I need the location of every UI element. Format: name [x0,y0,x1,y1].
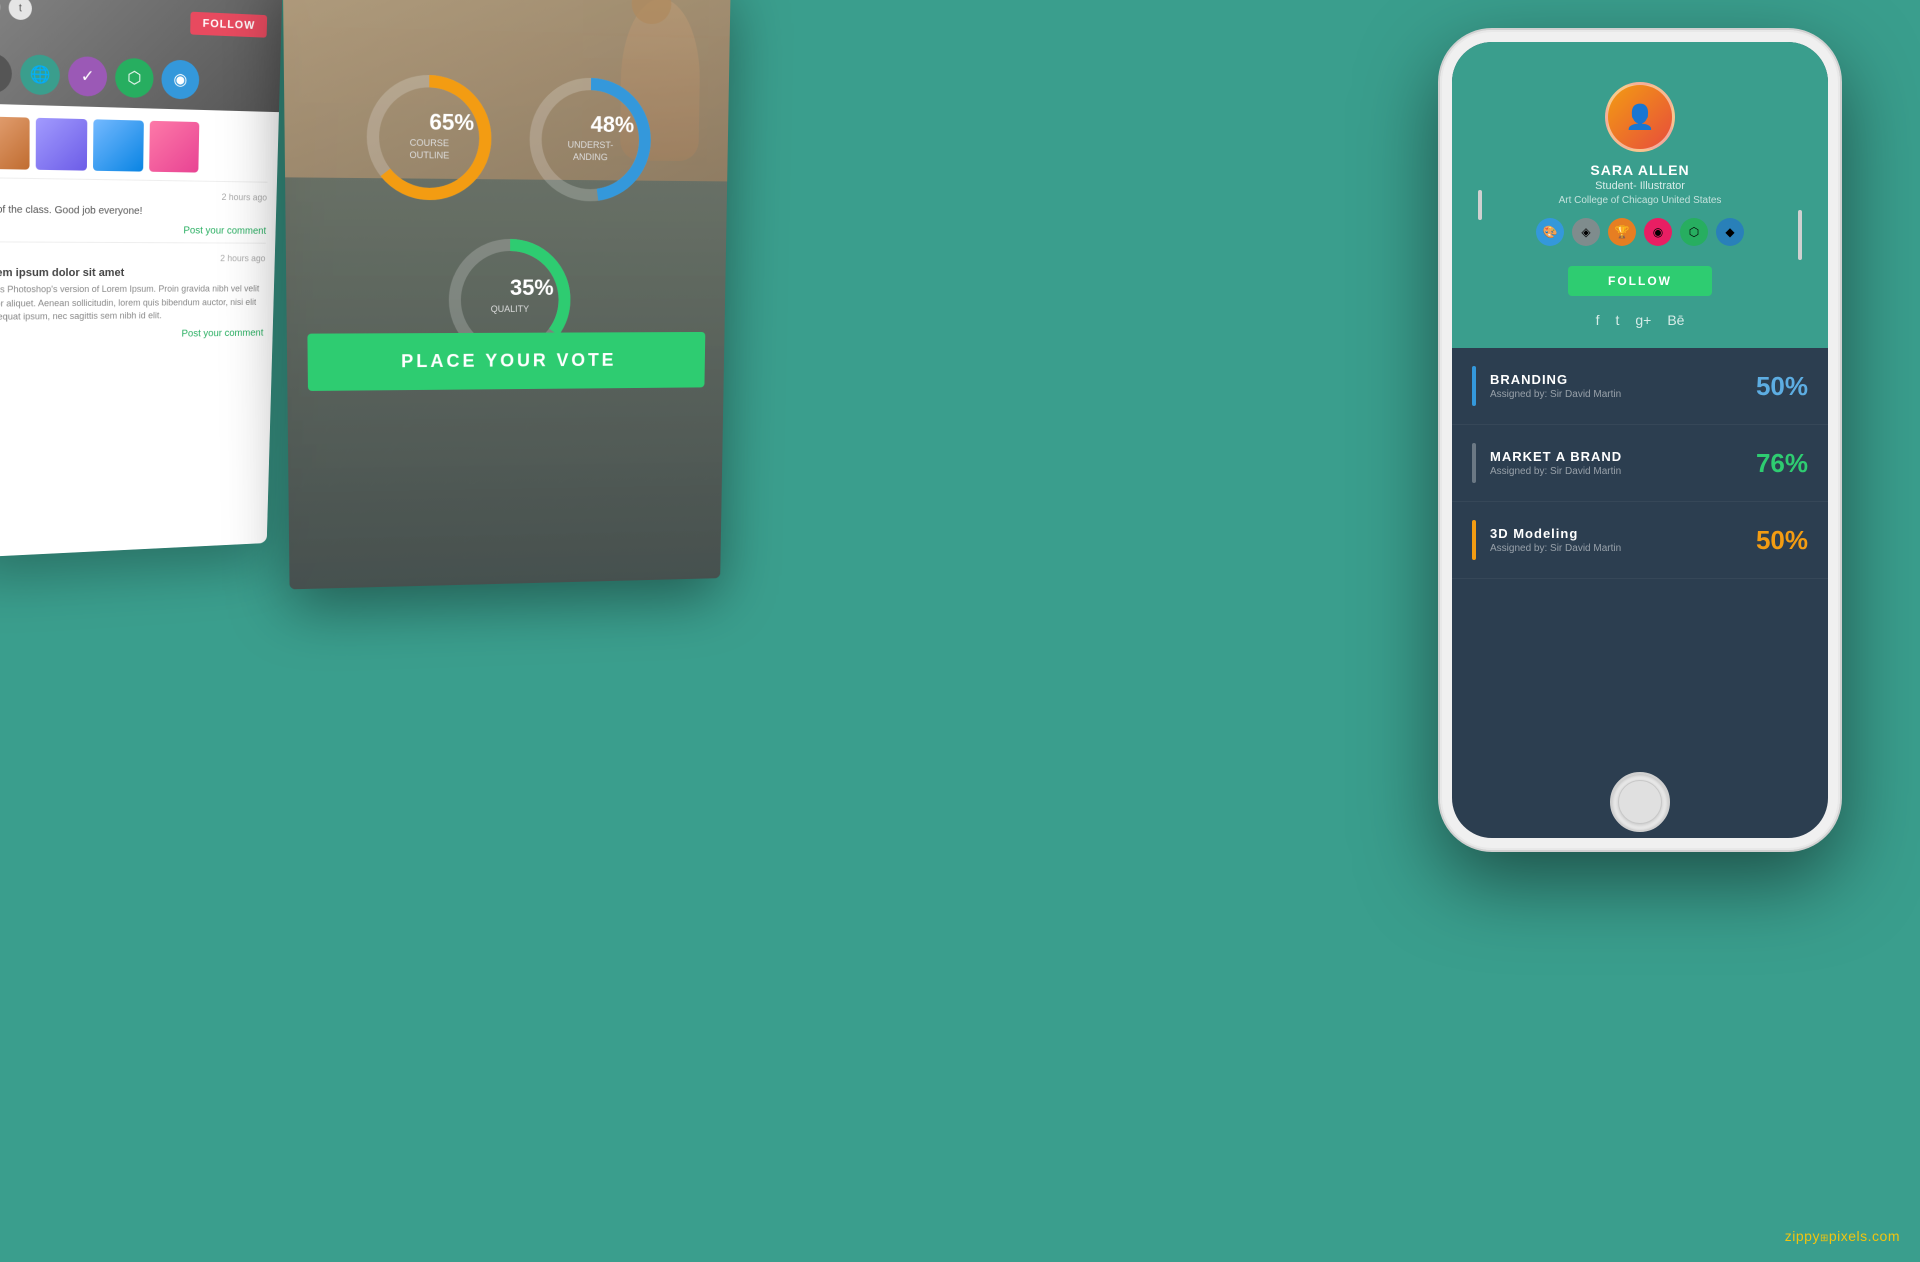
course-outline-label1: COURSE [410,138,449,149]
nav-icon-circle[interactable]: ◉ [161,59,199,99]
phone-behance-icon[interactable]: Bē [1667,312,1684,328]
phone-profile-name: SARA ALLEN [1472,162,1808,178]
phone-facebook-icon[interactable]: f [1596,312,1600,328]
watermark-grid: ⊞ [1820,1233,1829,1244]
phone-follow-button[interactable]: FOLLOW [1568,266,1712,296]
market-assigned: Assigned by: Sir David Martin [1490,466,1756,477]
nav-icons-left: ⊞ 🌐 ✓ ⬡ ◉ [0,52,200,99]
phone-profile-area: 👤 SARA ALLEN Student- Illustrator Art Co… [1452,42,1828,348]
3d-bar [1472,520,1476,560]
twitter-icon-left[interactable]: t [9,0,32,20]
3d-assigned: Assigned by: Sir David Martin [1490,543,1756,554]
comment-2: 2 hours ago Lorem ipsum dolor sit amet T… [0,242,275,347]
3d-percent: 50% [1756,525,1808,556]
phone-outer: 👤 SARA ALLEN Student- Illustrator Art Co… [1440,30,1840,850]
phone-screen: 👤 SARA ALLEN Student- Illustrator Art Co… [1452,42,1828,838]
course-outline-svg: 65% COURSE OUTLINE [357,64,501,209]
skill-icon-1: 🎨 [1536,218,1564,246]
middle-panel: 65% COURSE OUTLINE 48% UNDERST- ANDING [283,0,731,589]
watermark-zippy: zippy [1785,1228,1820,1244]
vote-button[interactable]: PLACE YOUR VOTE [307,332,705,391]
phone-twitter-icon[interactable]: t [1615,312,1619,328]
comment-1-text: sult of the class. Good job everyone! [0,203,267,220]
market-info: MARKET A BRAND Assigned by: Sir David Ma… [1490,449,1756,477]
social-icons-left: f t [0,0,32,20]
phone-wrapper: 👤 SARA ALLEN Student- Illustrator Art Co… [1400,0,1920,1170]
avatar-4[interactable] [149,121,199,173]
skill-icon-5: ⬡ [1680,218,1708,246]
phone-avatar: 👤 [1605,82,1675,152]
nav-icon-grid[interactable]: ⊞ [0,52,12,94]
avatar-emoji: 👤 [1625,103,1655,132]
branding-assigned: Assigned by: Sir David Martin [1490,389,1756,400]
post-comment-link-2[interactable]: Post your comment [0,327,263,341]
phone-home-button[interactable] [1610,772,1670,832]
comment-2-time: 2 hours ago [0,253,266,264]
watermark: zippy⊞pixels.com [1785,1228,1900,1244]
post-comment-link-1[interactable]: Post your comment [0,224,266,237]
understanding-svg: 48% UNDERST- ANDING [520,67,660,210]
quality-pct: 35% [510,275,554,300]
left-panel-header: f t FOLLOW ⊞ 🌐 ✓ ⬡ ◉ [0,0,283,112]
skill-row-market: MARKET A BRAND Assigned by: Sir David Ma… [1452,425,1828,502]
branding-name: BRANDING [1490,372,1756,387]
comment-1-time: 2 hours ago [0,189,267,203]
comment-1: 2 hours ago sult of the class. Good job … [0,178,277,243]
skill-icon-2: ◈ [1572,218,1600,246]
phone-google-icon[interactable]: g+ [1635,312,1651,328]
donut-row-top: 65% COURSE OUTLINE 48% UNDERST- ANDING [305,63,710,211]
avatar-3[interactable] [93,119,144,171]
branding-percent: 50% [1756,371,1808,402]
understanding-pct: 48% [591,112,635,137]
left-panel: f t FOLLOW ⊞ 🌐 ✓ ⬡ ◉ 2 hours ago sult of… [0,0,283,558]
lorem-body: This is Photoshop's version of Lorem Ips… [0,283,265,325]
course-outline-pct: 65% [429,109,474,135]
course-outline-chart: 65% COURSE OUTLINE [357,64,501,209]
phone-skill-icons: 🎨 ◈ 🏆 ◉ ⬡ ◆ [1472,218,1808,246]
nav-icon-hex[interactable]: ⬡ [115,58,154,99]
understanding-label2: ANDING [573,152,608,162]
nav-icon-check[interactable]: ✓ [68,56,107,97]
follow-button-left[interactable]: FOLLOW [190,12,267,38]
charts-area: 65% COURSE OUTLINE 48% UNDERST- ANDING [283,0,731,421]
3d-name: 3D Modeling [1490,526,1756,541]
understanding-chart: 48% UNDERST- ANDING [520,67,660,210]
market-percent: 76% [1756,448,1808,479]
branding-info: BRANDING Assigned by: Sir David Martin [1490,372,1756,400]
market-bar [1472,443,1476,483]
avatar-row [0,103,279,182]
phone-home-inner [1618,780,1662,824]
skill-icon-4: ◉ [1644,218,1672,246]
watermark-pixels: pixels.com [1829,1228,1900,1244]
nav-icon-globe[interactable]: 🌐 [20,54,60,95]
avatar-1[interactable] [0,116,30,169]
skill-icon-3: 🏆 [1608,218,1636,246]
understanding-label1: UNDERST- [568,140,614,150]
quality-label: QUALITY [491,304,529,314]
phone-side-button-right [1798,210,1802,260]
phone-profile-school: Art College of Chicago United States [1472,195,1808,206]
skill-row-3d: 3D Modeling Assigned by: Sir David Marti… [1452,502,1828,579]
skill-row-branding: BRANDING Assigned by: Sir David Martin 5… [1452,348,1828,425]
avatar-2[interactable] [36,118,88,171]
course-outline-label2: OUTLINE [409,150,449,160]
phone-social-row: f t g+ Bē [1472,312,1808,328]
branding-bar [1472,366,1476,406]
skill-icon-6: ◆ [1716,218,1744,246]
3d-info: 3D Modeling Assigned by: Sir David Marti… [1490,526,1756,554]
lorem-title: Lorem ipsum dolor sit amet [0,267,265,279]
phone-profile-title: Student- Illustrator [1472,180,1808,192]
phone-content-area: BRANDING Assigned by: Sir David Martin 5… [1452,348,1828,579]
market-name: MARKET A BRAND [1490,449,1756,464]
phone-side-button-left [1478,190,1482,220]
